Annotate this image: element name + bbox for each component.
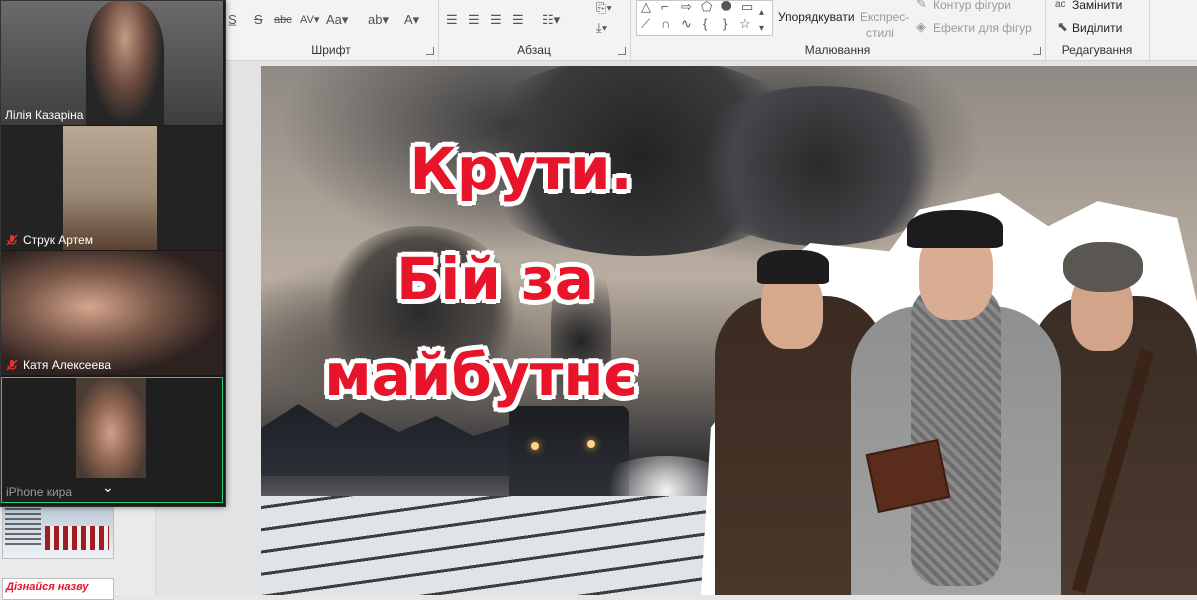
current-slide[interactable]: Крути. Бій за майбутнє [261, 66, 1197, 595]
select-button[interactable]: Виділити [1072, 21, 1122, 35]
brace-right-shape-icon[interactable]: } [723, 16, 727, 32]
slide-title-line-1[interactable]: Крути. [311, 138, 731, 200]
arrange-button[interactable]: Упорядкувати [778, 10, 855, 24]
char-spacing-icon[interactable]: AV▾ [300, 12, 319, 28]
participant-tile-1[interactable]: Лілія Казаріна [1, 1, 223, 125]
arrow-shape-icon[interactable]: ⇨ [681, 0, 692, 15]
font-group-label: Шрифт [311, 43, 351, 57]
participant-video [1, 251, 223, 375]
locomotive-headlight-icon [531, 442, 539, 450]
strikethrough-icon[interactable]: S [254, 12, 263, 28]
highlight-icon[interactable]: ab▾ [368, 12, 389, 28]
muted-mic-icon [6, 234, 18, 246]
participant-video [63, 126, 157, 250]
shape-effects-button[interactable]: Ефекти для фігур [933, 21, 1032, 35]
slide-title-line-3[interactable]: майбутнє [271, 344, 691, 406]
zoom-video-panel[interactable]: Лілія Казаріна Струк Артем Катя Алексеев… [0, 0, 226, 507]
font-dialog-launcher-icon[interactable] [426, 47, 434, 55]
callout-shape-icon[interactable]: ▭ [741, 0, 753, 15]
gallery-more-icon[interactable]: ▴ ▾ [759, 5, 764, 37]
align-left-icon[interactable]: ☰ [446, 12, 458, 28]
editing-group-label: Редагування [1061, 43, 1133, 57]
participant-video [86, 1, 164, 125]
participant-tile-2[interactable]: Струк Артем [1, 126, 223, 250]
locomotive-headlight-icon [587, 440, 595, 448]
participant-name: iPhone кира [6, 485, 72, 499]
participant-tile-4-active-speaker[interactable]: iPhone кира ⌄ [1, 377, 223, 503]
shape-outline-icon: ✎ [916, 0, 927, 11]
shape-effects-icon: ◈ [916, 19, 926, 34]
muted-mic-icon [6, 359, 18, 371]
soldier-center-cap [907, 210, 1003, 248]
font-group: S̲ S abc AV▾ Aa▾ ab▾ A▾ Шрифт [224, 0, 439, 60]
align-center-icon[interactable]: ☰ [468, 12, 480, 28]
editing-group: ac Замінити ⬉ Виділити Редагування [1045, 0, 1150, 60]
select-cursor-icon: ⬉ [1057, 19, 1068, 34]
align-right-icon[interactable]: ☰ [490, 12, 502, 28]
participant-name: Катя Алексеева [23, 358, 112, 372]
paragraph-group-label: Абзац [517, 43, 551, 57]
brace-left-shape-icon[interactable]: { [703, 16, 707, 32]
soldier-right-fur-hat [1063, 242, 1143, 292]
participant-name: Лілія Казаріна [5, 108, 84, 122]
text-direction-icon[interactable]: ⤓▾ [596, 20, 607, 36]
replace-icon: ac [1055, 0, 1066, 10]
wave-shape-icon[interactable]: ∿ [681, 16, 692, 32]
soldier-left-cap [757, 250, 829, 284]
participant-tile-3[interactable]: Катя Алексеева [1, 251, 223, 375]
thumbnail-text-block [5, 508, 41, 548]
font-color-icon[interactable]: A▾ [404, 12, 419, 28]
slide-title-line-2[interactable]: Бій за [285, 248, 705, 310]
express-styles-button-line2[interactable]: стилі [866, 26, 894, 40]
thumbnail-2-title: Дізнайся назву [6, 581, 89, 593]
smartart-icon[interactable]: ⎘▾ [596, 0, 612, 16]
star-shape-icon[interactable]: ☆ [739, 16, 751, 32]
shadow-icon[interactable]: S̲ [228, 12, 237, 28]
chevron-down-icon[interactable]: ⌄ [102, 479, 114, 496]
soldier-center-scarf [911, 286, 1001, 586]
change-case-icon[interactable]: Aa▾ [326, 12, 348, 28]
corner-shape-icon[interactable]: ⌐ [661, 0, 669, 15]
drawing-group-label: Малювання [804, 43, 871, 57]
pentagon-shape-icon[interactable]: ⬠ [701, 0, 712, 15]
three-young-soldiers-image [701, 146, 1197, 595]
paragraph-dialog-launcher-icon[interactable] [618, 47, 626, 55]
slide-thumbnail-1[interactable] [2, 503, 114, 559]
triangle-shape-icon[interactable]: △ [641, 0, 651, 15]
octagon-shape-icon[interactable]: ⯃ [721, 0, 731, 15]
replace-button[interactable]: Замінити [1072, 0, 1122, 12]
slide-thumbnail-2[interactable]: Дізнайся назву [2, 578, 114, 600]
participant-video [76, 378, 146, 478]
line-shape-icon[interactable]: ⟋ [641, 16, 650, 32]
justify-icon[interactable]: ☰ [512, 12, 524, 28]
snowy-rails [261, 496, 741, 595]
thumbnail-people-figures [45, 526, 109, 550]
paragraph-group: ☰ ☰ ☰ ☰ ☷▾ ⎘▾ ⤓▾ Абзац [438, 0, 631, 60]
shape-outline-button[interactable]: Контур фігури [933, 0, 1011, 12]
curve-shape-icon[interactable]: ∩ [661, 16, 670, 32]
express-styles-button-line1[interactable]: Експрес- [860, 10, 909, 24]
drawing-dialog-launcher-icon[interactable] [1033, 47, 1041, 55]
columns-icon[interactable]: ☷▾ [542, 12, 560, 28]
character-spacing-icon[interactable]: abc [274, 12, 292, 28]
participant-name: Струк Артем [23, 233, 93, 247]
shapes-gallery[interactable]: △ ⌐ ⇨ ⬠ ⯃ ▭ ⟋ ∩ ∿ { } ☆ ▴ ▾ [636, 0, 773, 36]
